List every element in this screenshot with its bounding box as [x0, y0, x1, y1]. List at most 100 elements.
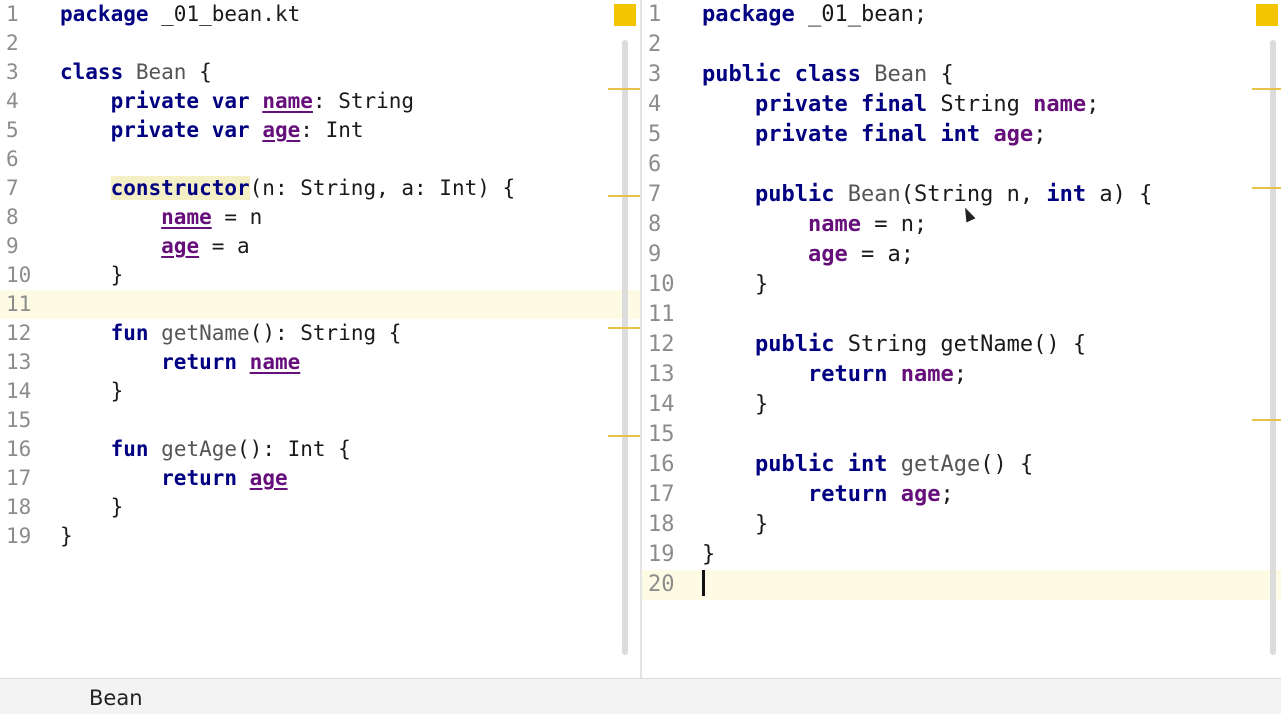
- error-stripe-mark[interactable]: [608, 435, 640, 437]
- code-token: package: [60, 2, 149, 26]
- code-text[interactable]: fun getName(): String {: [60, 319, 402, 348]
- code-text[interactable]: [702, 570, 705, 600]
- code-text[interactable]: constructor(n: String, a: Int) {: [60, 174, 515, 203]
- code-line[interactable]: 13 return name;: [642, 360, 1281, 390]
- line-number: 13: [6, 350, 32, 374]
- code-line[interactable]: 5 private var age: Int: [0, 116, 640, 145]
- code-text[interactable]: }: [702, 510, 768, 540]
- code-line[interactable]: 7 public Bean(String n, int a) {: [642, 180, 1281, 210]
- code-text[interactable]: private var age: Int: [60, 116, 364, 145]
- code-line[interactable]: 12 public String getName() {: [642, 330, 1281, 360]
- code-token: name: [807, 212, 861, 237]
- error-stripe-mark[interactable]: [1252, 88, 1281, 90]
- code-text[interactable]: }: [60, 493, 124, 522]
- code-line[interactable]: 19}: [642, 540, 1281, 570]
- code-token: : Int: [300, 118, 364, 142]
- code-line[interactable]: 6: [642, 150, 1281, 180]
- line-number: 5: [6, 118, 19, 142]
- code-line[interactable]: 11: [0, 290, 640, 319]
- code-text[interactable]: return age;: [702, 480, 954, 510]
- code-text[interactable]: public int getAge() {: [702, 450, 1033, 480]
- code-text[interactable]: }: [60, 261, 124, 290]
- java-editor-pane[interactable]: 1 package _01_bean; 2 3 public class Bean {4…: [642, 0, 1281, 678]
- code-line[interactable]: 6: [0, 145, 640, 174]
- code-line[interactable]: 4 private final String name;: [642, 90, 1281, 120]
- code-line[interactable]: 19}: [0, 522, 640, 551]
- code-line[interactable]: 9 age = a;: [642, 240, 1281, 270]
- code-line[interactable]: 1 package _01_bean.kt: [0, 0, 640, 29]
- code-text[interactable]: return name;: [702, 360, 967, 390]
- code-line[interactable]: 8 name = n: [0, 203, 640, 232]
- breadcrumb-class[interactable]: Bean: [89, 686, 143, 710]
- code-text[interactable]: private final String name;: [702, 90, 1099, 120]
- code-text[interactable]: }: [702, 270, 768, 300]
- code-token: ;: [940, 482, 954, 507]
- code-token: final: [860, 92, 928, 117]
- code-token: return: [161, 350, 238, 374]
- code-text[interactable]: }: [702, 540, 715, 570]
- code-text[interactable]: public class Bean {: [702, 60, 954, 90]
- code-line[interactable]: 16 fun getAge(): Int {: [0, 435, 640, 464]
- code-text[interactable]: private final int age;: [702, 120, 1046, 150]
- code-text[interactable]: }: [702, 390, 768, 420]
- code-line[interactable]: 15: [642, 420, 1281, 450]
- code-line[interactable]: 17 return age: [0, 464, 640, 493]
- code-line[interactable]: 11: [642, 300, 1281, 330]
- code-token: }: [60, 524, 73, 548]
- code-text[interactable]: private var name: String: [60, 87, 415, 116]
- code-token: package: [702, 2, 795, 27]
- code-line[interactable]: 10 }: [642, 270, 1281, 300]
- error-stripe-mark[interactable]: [608, 88, 640, 90]
- code-line[interactable]: 15: [0, 406, 640, 435]
- code-text[interactable]: public String getName() {: [702, 330, 1086, 360]
- error-stripe-mark[interactable]: [608, 327, 640, 329]
- code-line[interactable]: 5 private final int age;: [642, 120, 1281, 150]
- code-line[interactable]: 9 age = a: [0, 232, 640, 261]
- code-line[interactable]: 16 public int getAge() {: [642, 450, 1281, 480]
- code-line[interactable]: 1 package _01_bean;: [642, 0, 1281, 30]
- code-line[interactable]: 14 }: [0, 377, 640, 406]
- code-line[interactable]: 18 }: [0, 493, 640, 522]
- code-text[interactable]: class Bean {: [60, 58, 212, 87]
- code-line[interactable]: 18 }: [642, 510, 1281, 540]
- code-text[interactable]: public Bean(String n, int a) {: [702, 180, 1152, 210]
- code-line[interactable]: 4 private var name: String: [0, 87, 640, 116]
- code-text[interactable]: age = a: [60, 232, 250, 261]
- code-text[interactable]: fun getAge(): Int {: [60, 435, 351, 464]
- code-line[interactable]: 2: [642, 30, 1281, 60]
- inspection-status-icon[interactable]: [1256, 4, 1278, 26]
- line-number: 12: [6, 321, 32, 345]
- inspection-status-icon[interactable]: [614, 4, 636, 26]
- code-line[interactable]: 3 public class Bean {: [642, 60, 1281, 90]
- code-line[interactable]: 12 fun getName(): String {: [0, 319, 640, 348]
- code-line[interactable]: 13 return name: [0, 348, 640, 377]
- code-line[interactable]: 14 }: [642, 390, 1281, 420]
- code-text[interactable]: name = n;: [702, 210, 927, 240]
- code-line[interactable]: 3 class Bean {: [0, 58, 640, 87]
- code-text[interactable]: age = a;: [702, 240, 914, 270]
- code-text[interactable]: return name: [60, 348, 300, 377]
- code-line[interactable]: 17 return age;: [642, 480, 1281, 510]
- code-line[interactable]: 7 constructor(n: String, a: Int) {: [0, 174, 640, 203]
- code-text[interactable]: }: [60, 377, 124, 406]
- code-text[interactable]: package _01_bean.kt: [60, 0, 300, 29]
- right-scrollbar[interactable]: [1270, 40, 1276, 655]
- code-line[interactable]: 2: [0, 29, 640, 58]
- code-line[interactable]: 20: [642, 570, 1281, 600]
- code-text[interactable]: }: [60, 522, 73, 551]
- kotlin-editor-pane[interactable]: 1 package _01_bean.kt 2 3 class Bean {4 priv…: [0, 0, 640, 678]
- error-stripe-mark[interactable]: [608, 195, 640, 197]
- error-stripe-mark[interactable]: [1252, 419, 1281, 421]
- code-text[interactable]: return age: [60, 464, 287, 493]
- left-scrollbar[interactable]: [622, 40, 628, 655]
- error-stripe-mark[interactable]: [1252, 187, 1281, 189]
- code-text[interactable]: name = n: [60, 203, 262, 232]
- code-line[interactable]: 10 }: [0, 261, 640, 290]
- code-text[interactable]: package _01_bean;: [702, 0, 927, 30]
- code-line[interactable]: 8 name = n;: [642, 210, 1281, 240]
